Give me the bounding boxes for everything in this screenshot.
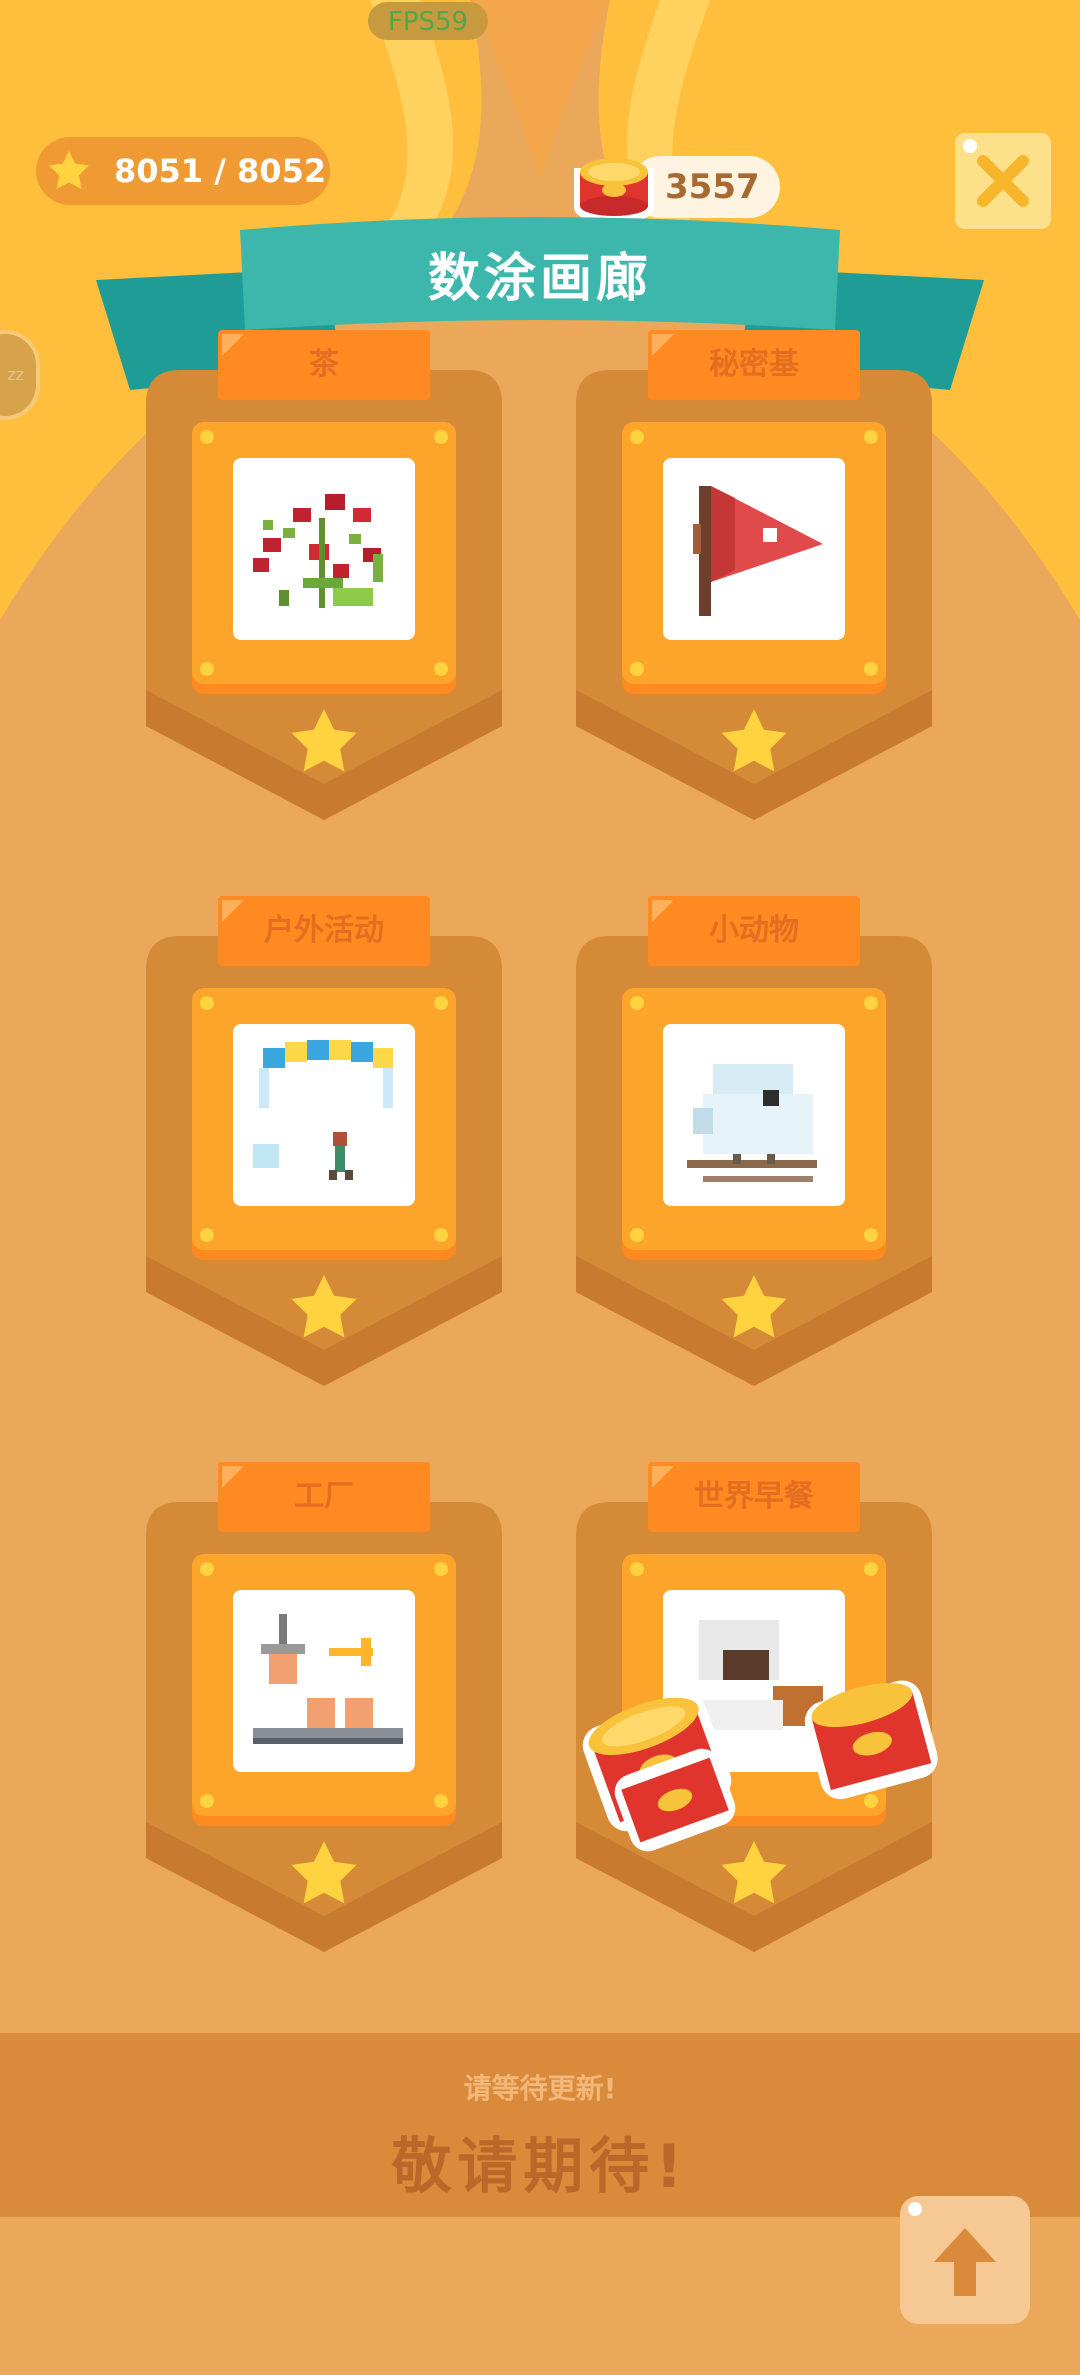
arrow-up-icon — [934, 2228, 996, 2296]
star-icon — [721, 709, 787, 772]
flag-pixel-art-icon — [663, 458, 845, 640]
category-tab-label: 户外活动 — [218, 896, 430, 966]
tea-plant-pixel-art-icon — [233, 458, 415, 640]
thumbnail-frame — [192, 422, 456, 684]
category-tab-label: 工厂 — [218, 1462, 430, 1532]
fish-can-icon — [614, 1748, 736, 1852]
scroll-to-top-button[interactable] — [900, 2196, 1030, 2324]
star-icon — [291, 1841, 357, 1904]
category-card-tea[interactable]: 茶 — [146, 330, 502, 820]
stars-progress-text: 8051 / 8052 — [114, 152, 327, 190]
close-icon — [977, 155, 1029, 207]
fish-can-icon — [804, 1680, 938, 1800]
thumbnail-frame — [622, 988, 886, 1250]
fps-counter: FPS59 — [368, 2, 488, 40]
star-icon — [291, 709, 357, 772]
category-tab-label: 世界早餐 — [648, 1462, 860, 1532]
category-card-factory[interactable]: 工厂 — [146, 1462, 502, 1952]
factory-conveyor-pixel-art-icon — [233, 1590, 415, 1772]
star-icon — [49, 150, 89, 189]
category-tab-label: 小动物 — [648, 896, 860, 966]
stars-counter: 8051 / 8052 — [36, 137, 330, 205]
category-card-small-animals[interactable]: 小动物 — [576, 896, 932, 1386]
wait-update-text: 请等待更新! — [463, 2072, 617, 2105]
thumbnail-frame — [192, 1554, 456, 1816]
bird-pixel-art-icon — [663, 1024, 845, 1206]
coin-count-text: 3557 — [665, 167, 760, 207]
thumbnail-frame — [622, 422, 886, 684]
category-card-secret-base[interactable]: 秘密基 — [576, 330, 932, 820]
thumbnail-frame — [192, 988, 456, 1250]
star-icon — [721, 1275, 787, 1338]
coming-soon-text: 敬请期待! — [391, 2132, 689, 2202]
category-tab-label: 茶 — [218, 330, 430, 400]
star-icon — [291, 1275, 357, 1338]
category-card-outdoor[interactable]: 户外活动 — [146, 896, 502, 1386]
page-title: 数涂画廊 — [427, 249, 652, 309]
paraglider-pixel-art-icon — [233, 1024, 415, 1206]
category-tab-label: 秘密基 — [648, 330, 860, 400]
